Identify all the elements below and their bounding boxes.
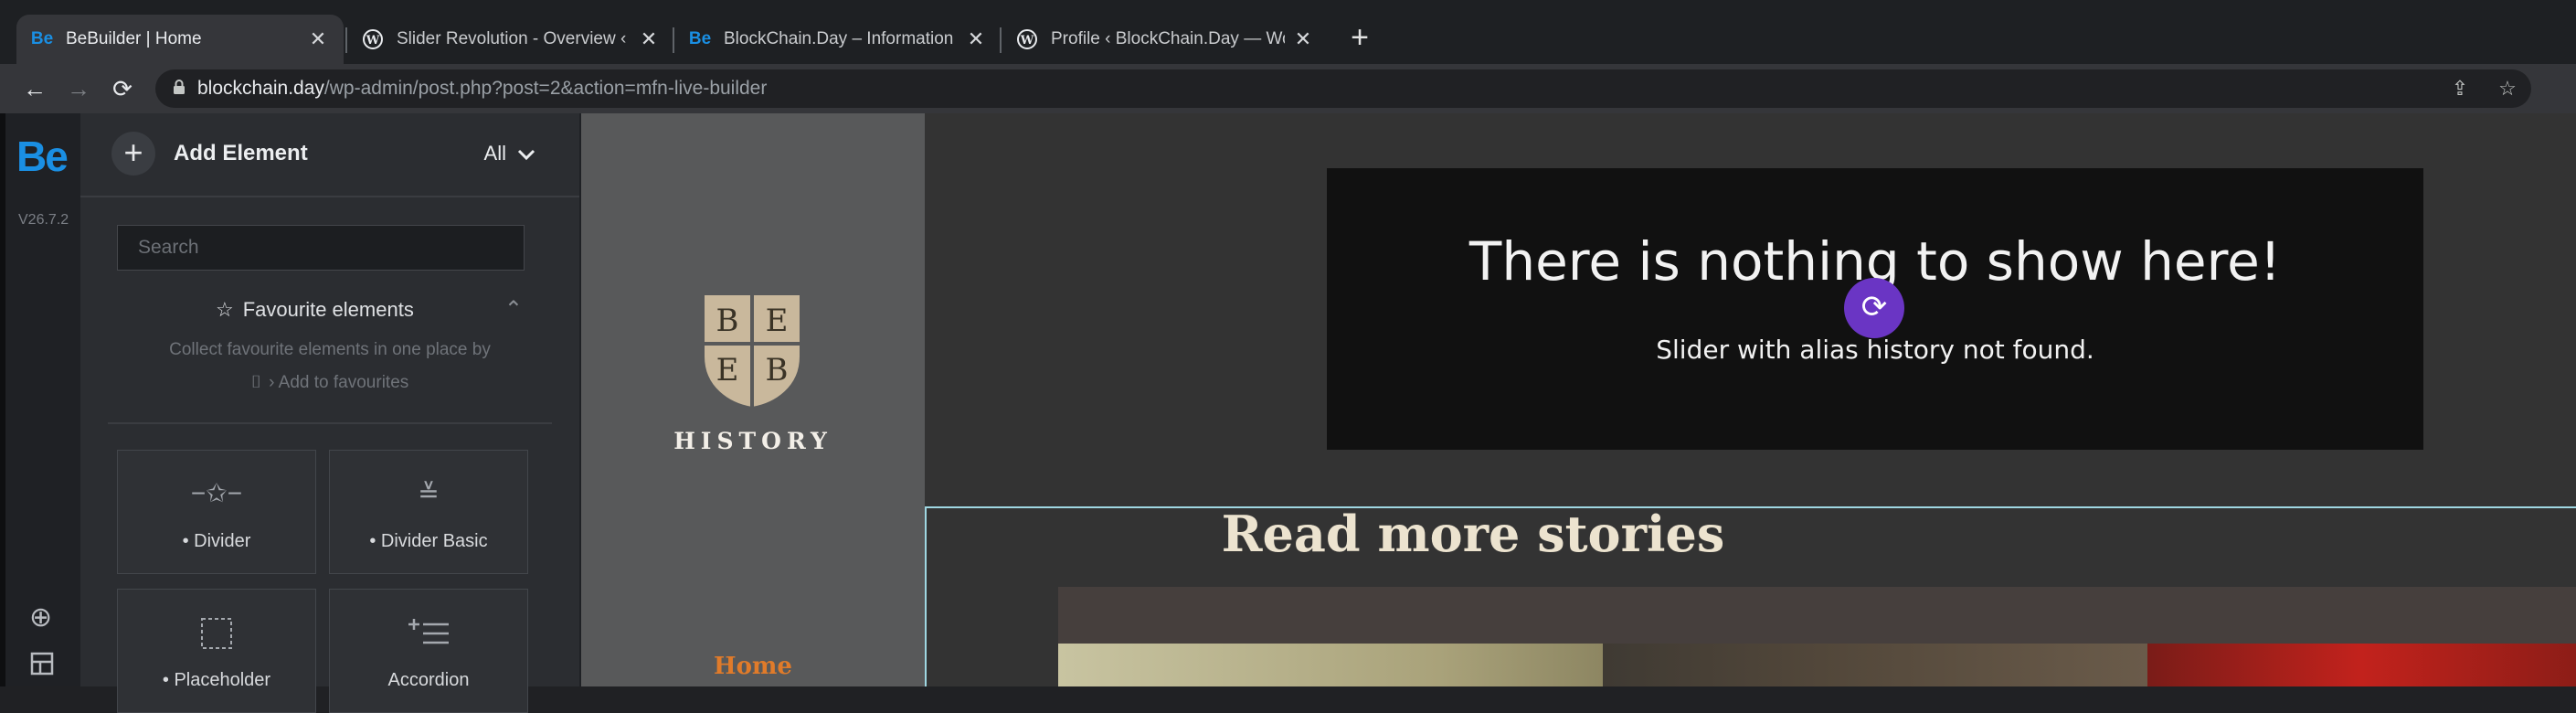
logo-letter: E [766,303,789,339]
search-input[interactable]: Search [117,225,525,271]
layout-add-icon[interactable] [29,651,55,684]
svg-text:W: W [366,34,380,48]
favourites-hint-text: › Add to favourites [269,373,409,392]
story-image[interactable] [2147,644,2576,686]
app-area: Be V26.7.2 ⊕ + Add Element All Search ☆ F… [0,113,2576,713]
refresh-icon[interactable]: ⟳ [1844,278,1904,338]
wordpress-favicon-icon: W [1016,28,1038,50]
omnibox-actions: ⇪ ☆ [2436,69,2531,108]
star-icon: ☆ [216,298,234,321]
share-icon[interactable]: ⇪ [2436,77,2484,101]
tab-slider-revolution[interactable]: W Slider Revolution - Overview ‹ B ✕ [347,15,674,64]
mouse-icon: ⌷ [250,373,262,392]
close-tab-icon[interactable]: ✕ [1292,27,1314,51]
site-header-column: B E E B HISTORY Home [581,113,925,686]
new-tab-button[interactable]: + [1343,22,1376,55]
url-path: /wp-admin/post.php?post=2&action=mfn-liv… [323,78,768,99]
add-element-plus-icon[interactable]: + [111,132,155,176]
favourite-elements-title: Favourite elements [242,298,414,321]
tab-title: Profile ‹ BlockChain.Day — Wor [1051,29,1285,48]
bebuilder-logo[interactable]: Be [16,132,69,181]
favourite-elements-header[interactable]: ☆ Favourite elements [216,298,414,322]
nav-home-link[interactable]: Home [581,653,925,680]
logo-letter: B [716,303,739,339]
panel-header: + Add Element All [80,113,579,197]
close-tab-icon[interactable]: ✕ [638,27,660,51]
page-preview: B E E B HISTORY Home There is nothing to… [581,113,2576,686]
favourites-description: Collect favourite elements in one place … [169,340,491,359]
accordion-icon [330,617,527,651]
element-card-accordion[interactable]: Accordion [329,589,528,713]
url-text: blockchain.day/wp-admin/post.php?post=2&… [197,78,767,100]
divider-basic-icon: ≚ [418,479,440,507]
forward-arrow-icon[interactable]: → [64,75,93,104]
tab-title: BeBuilder | Home [66,29,202,48]
bebuilder-favicon-icon: Be [688,29,712,48]
address-bar[interactable]: blockchain.day/wp-admin/post.php?post=2&… [155,69,2531,108]
tab-title: Slider Revolution - Overview ‹ B [397,29,631,48]
element-filter-dropdown[interactable]: All [484,142,535,165]
chevron-up-icon[interactable]: ⌃ [504,296,523,323]
close-tab-icon[interactable]: ✕ [307,27,329,51]
close-tab-icon[interactable]: ✕ [965,27,987,51]
url-host: blockchain.day [197,78,324,99]
panel-title: Add Element [174,141,308,165]
chevron-down-icon [517,150,535,161]
filter-value: All [483,142,506,165]
browser-toolbar: ← → ⟳ blockchain.day/wp-admin/post.php?p… [0,64,2576,113]
element-card-placeholder[interactable]: • Placeholder [117,589,316,713]
story-image[interactable] [1603,644,2147,686]
tab-profile[interactable]: W Profile ‹ BlockChain.Day — Wor ✕ [1002,15,1329,64]
back-arrow-icon[interactable]: ← [20,75,49,104]
element-label: • Divider Basic [369,531,488,551]
favourites-hint: ⌷ › Add to favourites [80,373,579,393]
svg-text:W: W [1020,34,1034,48]
reload-icon[interactable]: ⟳ [108,75,137,104]
element-card-divider-basic[interactable]: ≚ • Divider Basic [329,450,528,574]
bebuilder-favicon-icon: Be [30,29,54,48]
add-circle-icon[interactable]: ⊕ [29,601,52,633]
placeholder-icon [118,617,315,656]
wordpress-favicon-icon: W [362,28,384,50]
add-element-panel: + Add Element All Search ☆ Favourite elem… [80,113,581,713]
element-label: • Placeholder [162,670,271,690]
logo-letter: B [766,352,789,388]
version-label: V26.7.2 [18,212,69,228]
tab-blockchain-day[interactable]: Be BlockChain.Day – Information ar ✕ [674,15,1002,64]
tab-strip: Be BeBuilder | Home ✕ W Slider Revolutio… [0,0,2576,64]
section-title: Read more stories [1221,505,1725,563]
element-label: • Divider [182,531,251,551]
element-label: Accordion [387,670,470,690]
element-card-divider[interactable]: −✩− • Divider [117,450,316,574]
story-image[interactable] [1058,644,1603,686]
lock-icon [172,79,197,100]
tab-bebuilder-home[interactable]: Be BeBuilder | Home ✕ [16,15,344,64]
bookmark-star-icon[interactable]: ☆ [2484,77,2531,101]
site-logo-text[interactable]: HISTORY [581,428,925,454]
divider-icon: −✩− [190,479,243,507]
divider-line [108,422,552,424]
builder-left-bar: Be V26.7.2 ⊕ [0,113,80,686]
tab-title: BlockChain.Day – Information ar [724,29,958,48]
history-logo-shield-icon[interactable]: B E E B [702,293,802,410]
slider-error-subtitle: Slider with alias history not found. [1656,335,2094,365]
logo-letter: E [716,352,739,388]
